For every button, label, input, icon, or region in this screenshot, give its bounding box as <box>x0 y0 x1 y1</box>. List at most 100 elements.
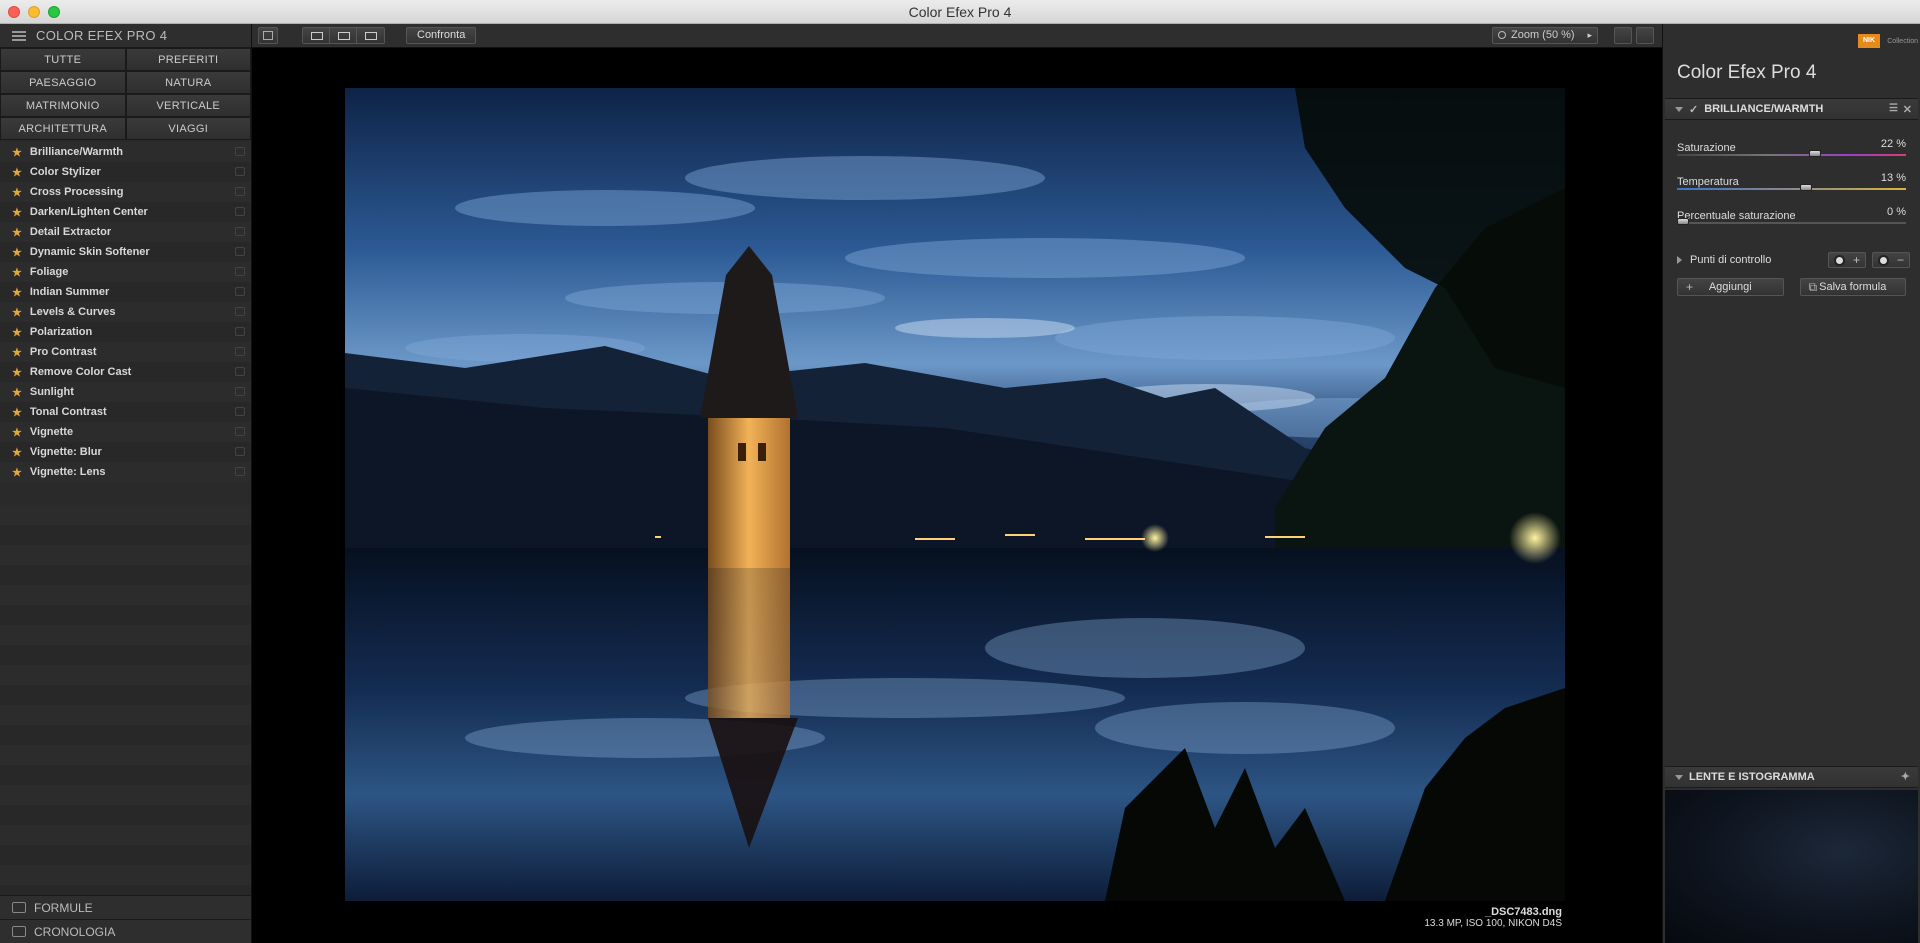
sidebar-toggle-icon <box>263 31 273 40</box>
favorite-star-icon[interactable]: ★ <box>12 266 22 279</box>
menu-icon[interactable] <box>12 30 26 41</box>
saturation-slider[interactable]: Saturazione 22 % <box>1677 138 1906 166</box>
side-by-side-view-button[interactable] <box>357 28 384 43</box>
photo-preview[interactable] <box>345 88 1565 901</box>
filter-item[interactable]: ★ Cross Processing <box>0 182 251 202</box>
category-tutte[interactable]: TUTTE <box>0 48 126 71</box>
add-control-point-button[interactable]: + <box>1828 252 1866 268</box>
saturation-knob[interactable] <box>1809 150 1821 157</box>
toggle-right-panel-button[interactable] <box>1636 27 1654 44</box>
filter-item[interactable]: ★ Darken/Lighten Center <box>0 202 251 222</box>
filter-preview-icon[interactable] <box>235 347 245 356</box>
filter-list: ★ Brilliance/Warmth ★ Color Stylizer ★ Cros… <box>0 142 251 482</box>
filter-item[interactable]: ★ Levels & Curves <box>0 302 251 322</box>
filter-item[interactable]: ★ Sunlight <box>0 382 251 402</box>
loupe-histogram-header[interactable]: LENTE E ISTOGRAMMA ✦ <box>1665 766 1918 788</box>
favorite-star-icon[interactable]: ★ <box>12 386 22 399</box>
favorite-star-icon[interactable]: ★ <box>12 366 22 379</box>
cronologia-section[interactable]: CRONOLOGIA <box>0 919 251 943</box>
expand-triangle-icon[interactable] <box>1677 256 1682 264</box>
options-icon[interactable]: ☰ <box>1889 103 1898 114</box>
favorite-star-icon[interactable]: ★ <box>12 326 22 339</box>
control-points-row[interactable]: Punti di controllo + − <box>1677 250 1910 270</box>
zoom-dropdown[interactable]: Zoom (50 %) ▸ <box>1492 27 1598 44</box>
enable-checkbox[interactable]: ✓ <box>1689 103 1698 116</box>
favorite-star-icon[interactable]: ★ <box>12 346 22 359</box>
filter-preview-icon[interactable] <box>235 407 245 416</box>
filter-item[interactable]: ★ Foliage <box>0 262 251 282</box>
filter-preview-icon[interactable] <box>235 207 245 216</box>
filter-preview-icon[interactable] <box>235 387 245 396</box>
saturation-percent-knob[interactable] <box>1677 218 1689 225</box>
filter-preview-icon[interactable] <box>235 187 245 196</box>
category-paesaggio[interactable]: PAESAGGIO <box>0 71 126 94</box>
filter-item[interactable]: ★ Detail Extractor <box>0 222 251 242</box>
filter-item[interactable]: ★ Brilliance/Warmth <box>0 142 251 162</box>
favorite-star-icon[interactable]: ★ <box>12 426 22 439</box>
toggle-sidebar-button[interactable] <box>258 27 278 44</box>
category-matrimonio[interactable]: MATRIMONIO <box>0 94 126 117</box>
category-architettura[interactable]: ARCHITETTURA <box>0 117 126 140</box>
filter-item[interactable]: ★ Tonal Contrast <box>0 402 251 422</box>
filter-preview-icon[interactable] <box>235 467 245 476</box>
collapse-triangle-icon[interactable] <box>1675 106 1683 112</box>
filter-item[interactable]: ★ Vignette: Lens <box>0 462 251 482</box>
close-icon[interactable]: ✕ <box>1903 103 1912 116</box>
filter-preview-icon[interactable] <box>235 287 245 296</box>
compare-button[interactable]: Confronta <box>406 27 477 44</box>
filter-preview-icon[interactable] <box>235 307 245 316</box>
split-view-button[interactable] <box>330 28 357 43</box>
filter-panel-header[interactable]: ✓ BRILLIANCE/WARMTH ☰ ✕ <box>1665 98 1918 120</box>
filter-preview-icon[interactable] <box>235 447 245 456</box>
filter-preview-icon[interactable] <box>235 427 245 436</box>
filter-item[interactable]: ★ Polarization <box>0 322 251 342</box>
saturation-track[interactable] <box>1677 154 1906 156</box>
temperature-value: 13 % <box>1880 172 1906 184</box>
formule-section[interactable]: FORMULE <box>0 895 251 919</box>
filter-item[interactable]: ★ Indian Summer <box>0 282 251 302</box>
filter-item[interactable]: ★ Vignette <box>0 422 251 442</box>
favorite-star-icon[interactable]: ★ <box>12 146 22 159</box>
favorite-star-icon[interactable]: ★ <box>12 206 22 219</box>
brand-version: 4 <box>1805 62 1817 83</box>
filter-preview-icon[interactable] <box>235 167 245 176</box>
category-preferiti[interactable]: PREFERITI <box>125 48 251 71</box>
pin-icon[interactable]: ✦ <box>1901 770 1910 783</box>
temperature-track[interactable] <box>1677 188 1906 190</box>
remove-control-point-button[interactable]: − <box>1872 252 1910 268</box>
filter-preview-icon[interactable] <box>235 327 245 336</box>
temperature-knob[interactable] <box>1800 184 1812 191</box>
temperature-slider[interactable]: Temperatura 13 % <box>1677 172 1906 200</box>
favorite-star-icon[interactable]: ★ <box>12 246 22 259</box>
filter-preview-icon[interactable] <box>235 267 245 276</box>
favorite-star-icon[interactable]: ★ <box>12 446 22 459</box>
collapse-triangle-icon[interactable] <box>1675 774 1683 780</box>
favorite-star-icon[interactable]: ★ <box>12 406 22 419</box>
filter-label: Vignette <box>29 426 74 438</box>
favorite-star-icon[interactable]: ★ <box>12 286 22 299</box>
favorite-star-icon[interactable]: ★ <box>12 166 22 179</box>
filter-item[interactable]: ★ Remove Color Cast <box>0 362 251 382</box>
single-view-button[interactable] <box>303 28 330 43</box>
background-light-button[interactable] <box>1614 27 1632 44</box>
category-natura[interactable]: NATURA <box>125 71 251 94</box>
filter-preview-icon[interactable] <box>235 227 245 236</box>
favorite-star-icon[interactable]: ★ <box>12 306 22 319</box>
filter-item[interactable]: ★ Color Stylizer <box>0 162 251 182</box>
filter-preview-icon[interactable] <box>235 367 245 376</box>
category-verticale[interactable]: VERTICALE <box>125 94 251 117</box>
saturation-percent-track[interactable] <box>1677 222 1906 224</box>
add-filter-button[interactable]: + Aggiungi <box>1677 278 1784 296</box>
filter-item[interactable]: ★ Dynamic Skin Softener <box>0 242 251 262</box>
filter-preview-icon[interactable] <box>235 247 245 256</box>
filter-item[interactable]: ★ Vignette: Blur <box>0 442 251 462</box>
filter-item[interactable]: ★ Pro Contrast <box>0 342 251 362</box>
favorite-star-icon[interactable]: ★ <box>12 186 22 199</box>
favorite-star-icon[interactable]: ★ <box>12 226 22 239</box>
save-recipe-button[interactable]: ⧉ Salva formula <box>1799 278 1906 296</box>
saturation-percent-slider[interactable]: Percentuale saturazione 0 % <box>1677 206 1906 234</box>
favorite-star-icon[interactable]: ★ <box>12 466 22 479</box>
filter-preview-icon[interactable] <box>235 147 245 156</box>
category-viaggi[interactable]: VIAGGI <box>125 117 251 140</box>
filter-label: Cross Processing <box>29 186 124 198</box>
